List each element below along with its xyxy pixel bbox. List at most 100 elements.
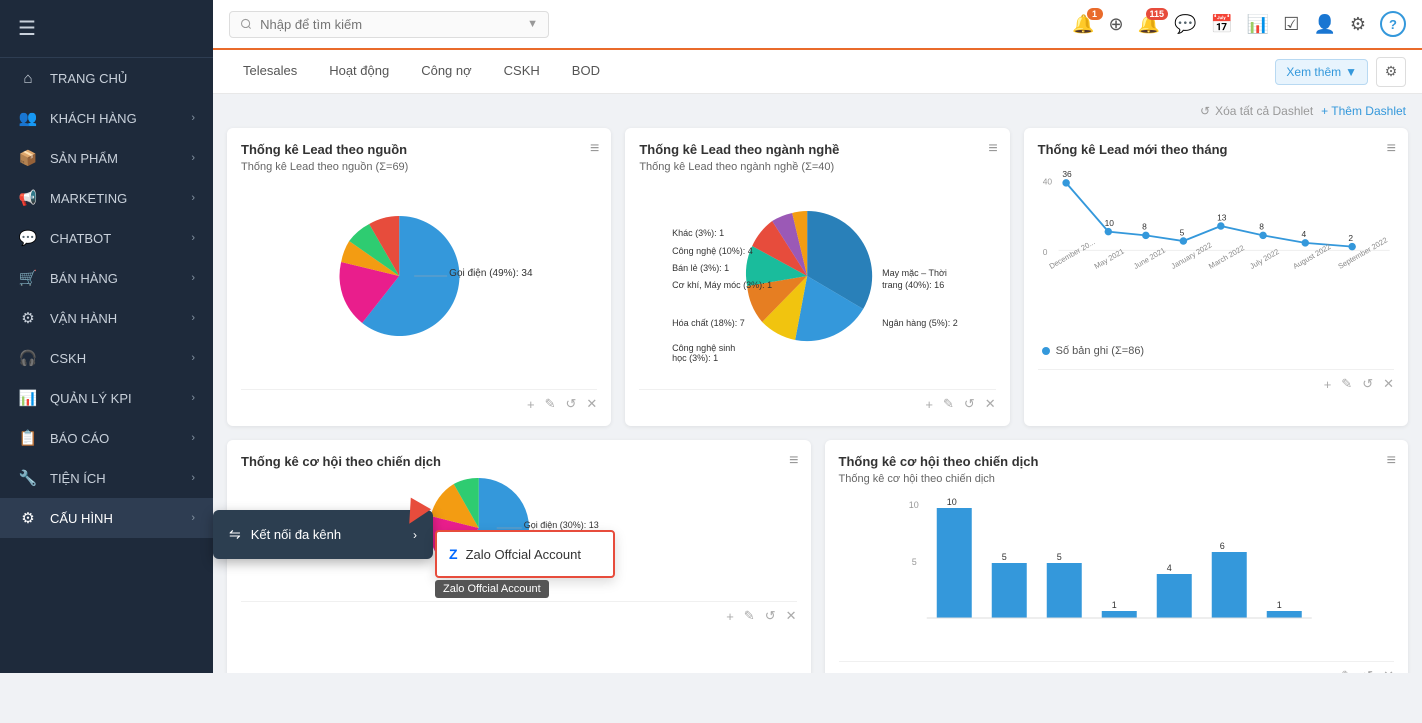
svg-text:Khác (3%): 1: Khác (3%): 1 xyxy=(672,228,724,238)
settings-icon[interactable]: ⚙ xyxy=(1350,14,1366,35)
tools-icon: 🔧 xyxy=(18,468,38,488)
add-icon[interactable]: ⊕ xyxy=(1109,14,1124,35)
reload-dashlet-icon[interactable]: ↺ xyxy=(566,396,577,412)
add-dashlet2-icon[interactable]: + xyxy=(925,397,933,412)
dashlet3-footer: + ✎ ↺ ✕ xyxy=(1038,369,1394,392)
dashlet2-menu-icon[interactable]: ≡ xyxy=(988,140,997,158)
add-dashlet3-icon[interactable]: + xyxy=(1324,377,1332,392)
tabs-bar: Telesales Hoạt động Công nợ CSKH BOD Xem… xyxy=(213,50,1422,94)
sidebar-item-van-hanh[interactable]: ⚙ VẬN HÀNH › xyxy=(0,298,213,338)
sidebar-item-cskh[interactable]: 🎧 CSKH › xyxy=(0,338,213,378)
search-input[interactable] xyxy=(260,17,519,32)
svg-text:10: 10 xyxy=(946,497,956,507)
svg-text:August 2022: August 2022 xyxy=(1291,242,1332,271)
chevron-down-icon: ▼ xyxy=(1345,65,1357,79)
edit-dashlet4-icon[interactable]: ✎ xyxy=(744,608,755,624)
edit-dashlet5-icon[interactable]: ✎ xyxy=(1341,668,1352,673)
tab-telesales[interactable]: Telesales xyxy=(229,53,311,90)
sidebar-item-bao-cao[interactable]: 📋 BÁO CÁO › xyxy=(0,418,213,458)
chevron-right-icon: › xyxy=(191,432,195,444)
alerts-icon[interactable]: 🔔 115 xyxy=(1138,14,1160,35)
dashlet1-menu-icon[interactable]: ≡ xyxy=(590,140,599,158)
alert-badge: 115 xyxy=(1146,8,1169,20)
dashlet4-menu-icon[interactable]: ≡ xyxy=(789,452,798,470)
edit-dashlet-icon[interactable]: ✎ xyxy=(545,396,556,412)
topbar-icons: 🔔 1 ⊕ 🔔 115 💬 📅 📊 ☑ 👤 ⚙ ? xyxy=(1072,11,1406,37)
tab-cskh[interactable]: CSKH xyxy=(490,53,554,90)
them-dashlet-button[interactable]: + Thêm Dashlet xyxy=(1321,104,1406,118)
messages-icon[interactable]: 💬 xyxy=(1174,14,1196,35)
sidebar-item-tien-ich[interactable]: 🔧 TIỆN ÍCH › xyxy=(0,458,213,498)
svg-text:5: 5 xyxy=(1179,227,1184,237)
sidebar-item-san-pham[interactable]: 📦 SẢN PHẨM › xyxy=(0,138,213,178)
dashlet3-menu-icon[interactable]: ≡ xyxy=(1387,140,1396,158)
zalo-label: Zalo Offcial Account xyxy=(466,547,581,562)
share-icon: ⇋ xyxy=(229,526,241,543)
sidebar-item-khach-hang[interactable]: 👥 KHÁCH HÀNG › xyxy=(0,98,213,138)
analytics-icon[interactable]: 📊 xyxy=(1247,14,1269,35)
svg-text:13: 13 xyxy=(1217,212,1227,222)
refresh-icon: ↺ xyxy=(1200,104,1210,118)
checkbox-icon: ☑ xyxy=(1283,14,1299,35)
line-legend-dot xyxy=(1042,347,1050,355)
reload-dashlet4-icon[interactable]: ↺ xyxy=(765,608,776,624)
bar-chart-icon: 📊 xyxy=(1247,14,1269,35)
close-dashlet5-icon[interactable]: ✕ xyxy=(1383,668,1394,673)
context-menu: ⇋ Kết nối đa kênh › xyxy=(213,510,433,559)
close-dashlet2-icon[interactable]: ✕ xyxy=(985,396,996,412)
xoa-dashlet-button[interactable]: ↺ Xóa tất cả Dashlet xyxy=(1200,104,1313,118)
search-bar[interactable]: ▼ xyxy=(229,11,549,38)
dashlet3-legend: Số bản ghi (Σ=86) xyxy=(1038,345,1394,361)
svg-text:1: 1 xyxy=(1276,600,1281,610)
dashlet1-footer: + ✎ ↺ ✕ xyxy=(241,389,597,412)
chevron-right-icon: › xyxy=(191,352,195,364)
sidebar-item-chatbot[interactable]: 💬 CHATBOT › xyxy=(0,218,213,258)
edit-dashlet2-icon[interactable]: ✎ xyxy=(943,396,954,412)
zalo-official-account-item[interactable]: Z Zalo Offcial Account xyxy=(449,540,601,568)
close-dashlet3-icon[interactable]: ✕ xyxy=(1383,376,1394,392)
dashlet-cohoi-chien-dich-bar: Thống kê cơ hội theo chiến dịch Thống kê… xyxy=(825,440,1409,673)
dashlet5-chart: 10 5 10 5 5 1 4 6 xyxy=(839,493,1395,653)
svg-text:Cơ khí, Máy móc (3%): 1: Cơ khí, Máy móc (3%): 1 xyxy=(672,280,772,290)
dashlet1-chart: Gọi điện (49%): 34 xyxy=(241,181,597,381)
close-dashlet4-icon[interactable]: ✕ xyxy=(786,608,797,624)
sidebar-header: ☰ xyxy=(0,0,213,58)
sidebar-item-marketing[interactable]: 📢 MARKETING › xyxy=(0,178,213,218)
zalo-tooltip: Zalo Offcial Account xyxy=(435,580,549,598)
ket-noi-da-kenh-left: ⇋ Kết nối đa kênh xyxy=(229,526,341,543)
help-button[interactable]: ? xyxy=(1380,11,1406,37)
search-dropdown-icon[interactable]: ▼ xyxy=(527,18,538,30)
xem-them-button[interactable]: Xem thêm ▼ xyxy=(1275,59,1368,85)
add-dashlet4-icon[interactable]: + xyxy=(726,609,734,624)
calendar-icon[interactable]: 📅 xyxy=(1210,14,1232,35)
sidebar-item-trang-chu[interactable]: ⌂ TRANG CHỦ xyxy=(0,58,213,98)
dashlet5-menu-icon[interactable]: ≡ xyxy=(1387,452,1396,470)
ket-noi-da-kenh-item[interactable]: ⇋ Kết nối đa kênh › xyxy=(213,516,433,553)
cart-icon: 🛒 xyxy=(18,268,38,288)
line-legend-label: Số bản ghi (Σ=86) xyxy=(1056,345,1144,357)
hamburger-icon[interactable]: ☰ xyxy=(18,16,36,41)
tab-cong-no[interactable]: Công nợ xyxy=(407,53,485,90)
reload-dashlet3-icon[interactable]: ↺ xyxy=(1362,376,1373,392)
tab-hoat-dong[interactable]: Hoạt động xyxy=(315,53,403,90)
tasks-icon[interactable]: ☑ xyxy=(1283,14,1299,35)
add-dashlet5-icon[interactable]: + xyxy=(1324,669,1332,674)
sidebar-item-quan-ly-kpi[interactable]: 📊 QUẢN LÝ KPI › xyxy=(0,378,213,418)
add-dashlet-icon[interactable]: + xyxy=(527,397,535,412)
chevron-right-icon: › xyxy=(191,192,195,204)
tab-settings-button[interactable]: ⚙ xyxy=(1376,57,1406,87)
edit-dashlet3-icon[interactable]: ✎ xyxy=(1341,376,1352,392)
sidebar-item-ban-hang[interactable]: 🛒 BÁN HÀNG › xyxy=(0,258,213,298)
profile-icon[interactable]: 👤 xyxy=(1313,14,1335,35)
close-dashlet-icon[interactable]: ✕ xyxy=(586,396,597,412)
svg-text:học (3%): 1: học (3%): 1 xyxy=(672,353,718,363)
reload-dashlet2-icon[interactable]: ↺ xyxy=(964,396,975,412)
ket-noi-da-kenh-label: Kết nối đa kênh xyxy=(251,527,341,542)
reload-dashlet5-icon[interactable]: ↺ xyxy=(1362,668,1373,673)
sidebar-item-cau-hinh[interactable]: ⚙ CẤU HÌNH › xyxy=(0,498,213,538)
tab-bod[interactable]: BOD xyxy=(558,53,614,90)
svg-text:36: 36 xyxy=(1062,169,1072,179)
notification-bell[interactable]: 🔔 1 xyxy=(1072,14,1094,35)
dashlet5-footer: + ✎ ↺ ✕ xyxy=(839,661,1395,673)
dashlet1-title: Thống kê Lead theo nguồn xyxy=(241,142,597,157)
